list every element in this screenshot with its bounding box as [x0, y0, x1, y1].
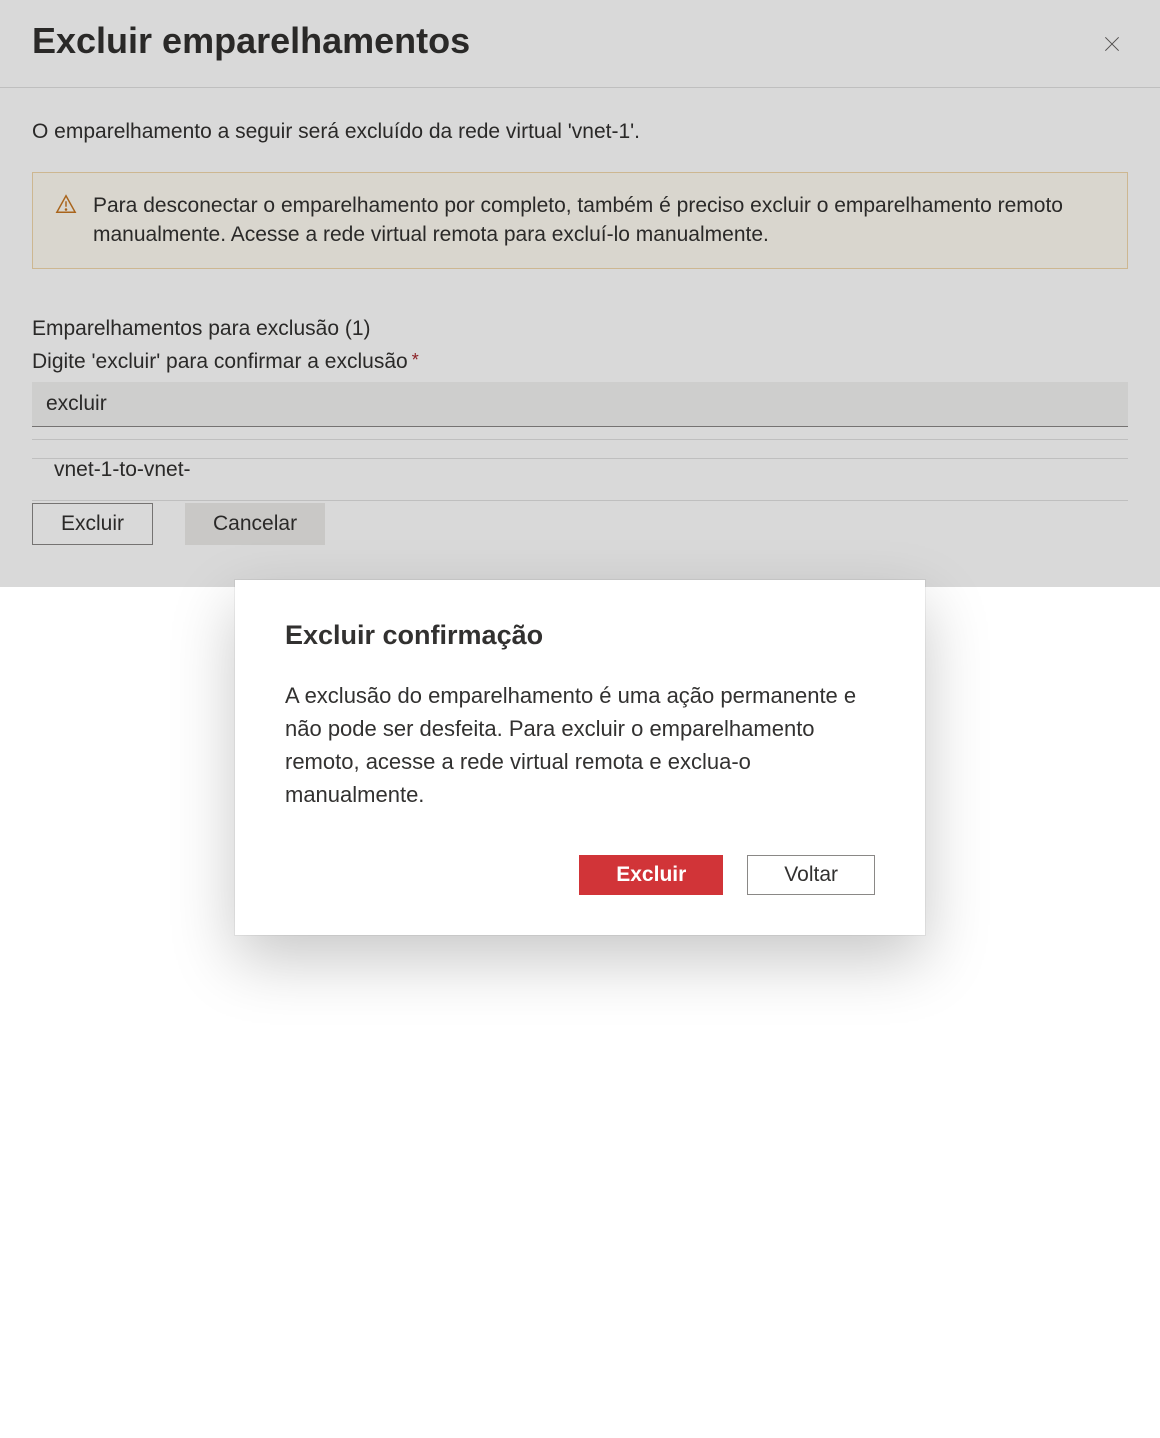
panel-content: O emparelhamento a seguir será excluído …: [0, 88, 1160, 533]
close-icon: [1102, 34, 1122, 57]
intro-text: O emparelhamento a seguir será excluído …: [32, 120, 1128, 144]
close-button[interactable]: [1096, 28, 1128, 63]
dialog-footer: Excluir Voltar: [285, 855, 875, 895]
dialog-back-button[interactable]: Voltar: [747, 855, 875, 895]
confirm-input[interactable]: [32, 382, 1128, 427]
panel-footer: Excluir Cancelar: [32, 491, 1160, 545]
confirm-label: Digite 'excluir' para confirmar a exclus…: [32, 350, 419, 374]
dialog-body: A exclusão do emparelhamento é uma ação …: [285, 679, 875, 811]
section-label: Emparelhamentos para exclusão (1): [32, 317, 1128, 341]
confirm-label-text: Digite 'excluir' para confirmar a exclus…: [32, 350, 408, 374]
dialog-delete-button[interactable]: Excluir: [579, 855, 723, 895]
footer-cancel-button[interactable]: Cancelar: [185, 503, 325, 545]
panel-title: Excluir emparelhamentos: [32, 20, 470, 62]
footer-divider: [32, 458, 1128, 459]
warning-text: Para desconectar o emparelhamento por co…: [93, 191, 1105, 250]
required-indicator: *: [412, 350, 419, 372]
confirmation-dialog: Excluir confirmação A exclusão do empare…: [235, 580, 925, 935]
td-peering: vnet-1-to-vnet-: [54, 458, 643, 482]
td-remote: [643, 458, 1106, 482]
confirm-section: Digite 'excluir' para confirmar a exclus…: [32, 350, 1128, 427]
warning-banner: Para desconectar o emparelhamento por co…: [32, 172, 1128, 269]
panel-header: Excluir emparelhamentos: [0, 0, 1160, 88]
warning-icon: [55, 193, 77, 220]
dialog-title: Excluir confirmação: [285, 620, 875, 651]
footer-delete-button[interactable]: Excluir: [32, 503, 153, 545]
